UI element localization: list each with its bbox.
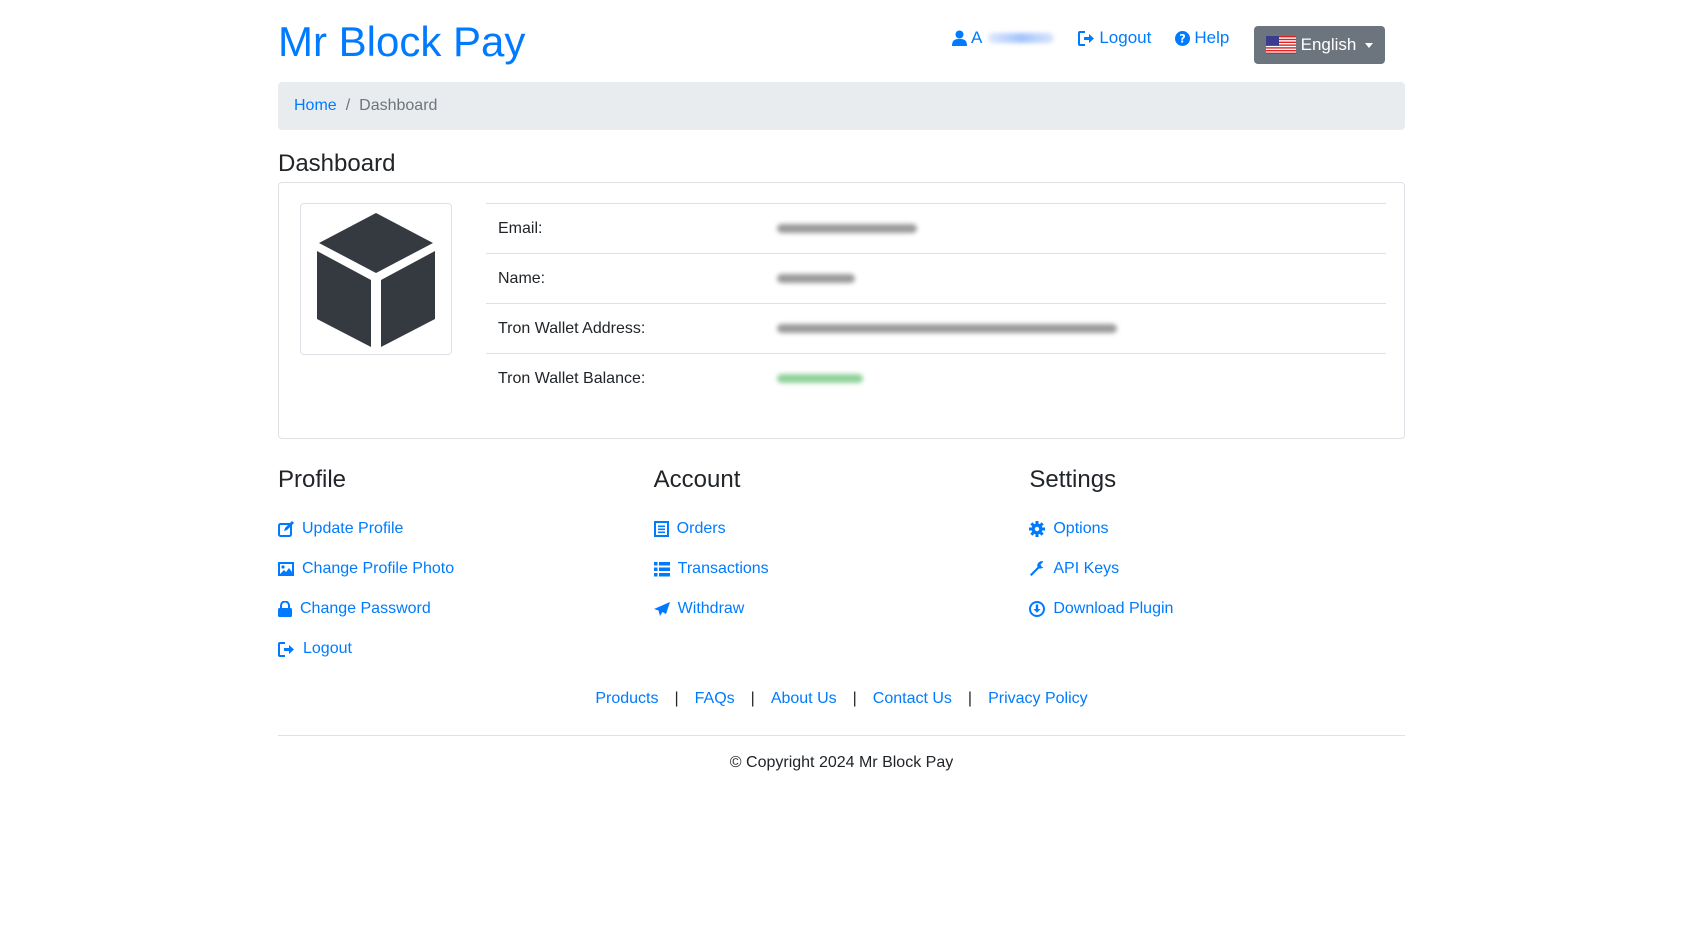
settings-heading: Settings <box>1029 466 1117 493</box>
footer-separator: | <box>674 690 679 707</box>
table-row: Tron Wallet Balance: <box>486 353 1386 403</box>
footer-separator: | <box>750 690 755 707</box>
change-password-link[interactable]: Change Password <box>278 589 654 629</box>
redacted-value <box>777 223 917 233</box>
table-row: Email: <box>486 203 1386 254</box>
transactions-label: Transactions <box>677 560 769 577</box>
download-circle-icon <box>1029 601 1046 617</box>
download-plugin-link[interactable]: Download Plugin <box>1029 589 1405 629</box>
list-alt-icon <box>653 521 669 537</box>
footer-divider <box>278 735 1405 736</box>
api-keys-label: API Keys <box>1053 560 1120 577</box>
name-value <box>765 253 1386 304</box>
breadcrumb-current: Dashboard <box>359 97 438 114</box>
name-label: Name: <box>486 253 765 304</box>
redacted-value <box>777 373 863 383</box>
avatar <box>300 203 452 355</box>
logout-link[interactable]: Logout <box>1078 24 1151 52</box>
footer-separator: | <box>852 690 857 707</box>
user-name: A <box>971 28 983 47</box>
profile-heading: Profile <box>278 466 347 493</box>
breadcrumb-separator: / <box>345 97 351 114</box>
page-title: Dashboard <box>278 150 396 177</box>
withdraw-label: Withdraw <box>677 600 745 617</box>
breadcrumb: Home / Dashboard <box>278 82 1405 130</box>
withdraw-link[interactable]: Withdraw <box>653 589 1030 629</box>
email-value <box>765 203 1386 254</box>
user-menu[interactable]: A <box>952 24 1055 52</box>
breadcrumb-home[interactable]: Home <box>294 97 337 115</box>
wallet-balance-value <box>765 353 1386 403</box>
footer-links: Products | FAQs | About Us | Contact Us | Privac… <box>278 681 1405 717</box>
account-section: Account Orders Transactions Withdraw <box>653 463 1030 669</box>
logout-label: Logout <box>1099 28 1152 47</box>
footer-separator: | <box>967 690 973 707</box>
transactions-link[interactable]: Transactions <box>653 549 1030 589</box>
link-sections: Profile Update Profile Change Profile Ph… <box>278 463 1405 669</box>
download-plugin-label: Download Plugin <box>1053 600 1174 617</box>
dashboard-card: Email: Name: Tron Wallet Address: Tron W… <box>278 182 1405 439</box>
chevron-down-icon <box>1365 42 1374 48</box>
wallet-address-value <box>765 303 1386 354</box>
update-profile-label: Update Profile <box>302 520 404 537</box>
options-link[interactable]: Options <box>1029 509 1405 549</box>
question-circle-icon: ? <box>1175 30 1191 46</box>
copyright: © Copyright 2024 Mr Block Pay <box>729 754 954 771</box>
sign-out-icon <box>278 641 294 657</box>
footer-contact-link[interactable]: Contact Us <box>873 690 952 707</box>
wrench-icon <box>1030 561 1045 576</box>
language-dropdown[interactable]: English <box>1254 26 1385 64</box>
page-container: Mr Block Pay A Logout ? Help English Hom… <box>278 0 1405 772</box>
wallet-balance-label: Tron Wallet Balance: <box>486 353 765 403</box>
account-heading: Account <box>653 466 741 493</box>
language-label: English <box>1300 35 1357 54</box>
header: Mr Block Pay A Logout ? Help English <box>278 0 1405 82</box>
footer-about-link[interactable]: About Us <box>771 690 837 707</box>
email-label: Email: <box>486 203 765 254</box>
brand-logo[interactable]: Mr Block Pay <box>278 14 525 70</box>
user-icon <box>952 30 967 46</box>
help-link[interactable]: ? Help <box>1175 24 1229 52</box>
footer-faqs-link[interactable]: FAQs <box>695 690 735 707</box>
top-nav: A Logout ? Help <box>952 24 1253 52</box>
edit-icon <box>278 521 294 537</box>
lock-icon <box>278 601 292 617</box>
list-icon <box>653 561 670 576</box>
api-keys-link[interactable]: API Keys <box>1029 549 1405 589</box>
gear-icon <box>1029 521 1046 537</box>
redacted-value <box>777 273 855 283</box>
cube-icon <box>317 213 435 347</box>
svg-text:?: ? <box>1180 32 1187 45</box>
footer-privacy-link[interactable]: Privacy Policy <box>988 690 1088 707</box>
orders-link[interactable]: Orders <box>653 509 1030 549</box>
user-name-redacted <box>988 33 1055 43</box>
update-profile-link[interactable]: Update Profile <box>278 509 654 549</box>
redacted-value <box>777 323 1117 333</box>
image-icon <box>278 562 294 576</box>
account-info-table: Email: Name: Tron Wallet Address: Tron W… <box>486 203 1386 403</box>
table-row: Name: <box>486 253 1386 304</box>
us-flag-icon <box>1265 36 1296 54</box>
profile-logout-link[interactable]: Logout <box>278 629 654 669</box>
change-profile-photo-label: Change Profile Photo <box>302 560 455 577</box>
change-profile-photo-link[interactable]: Change Profile Photo <box>278 549 654 589</box>
options-label: Options <box>1053 520 1109 537</box>
profile-section: Profile Update Profile Change Profile Ph… <box>278 463 654 669</box>
settings-section: Settings Options API Keys Download Plugi… <box>1029 463 1405 669</box>
profile-logout-label: Logout <box>303 640 352 657</box>
paper-plane-icon <box>653 601 670 616</box>
change-password-label: Change Password <box>300 600 431 617</box>
help-label: Help <box>1194 28 1230 47</box>
wallet-address-label: Tron Wallet Address: <box>486 303 765 354</box>
table-row: Tron Wallet Address: <box>486 303 1386 354</box>
sign-out-icon <box>1078 30 1095 46</box>
orders-label: Orders <box>676 520 726 537</box>
footer-products-link[interactable]: Products <box>595 690 658 707</box>
